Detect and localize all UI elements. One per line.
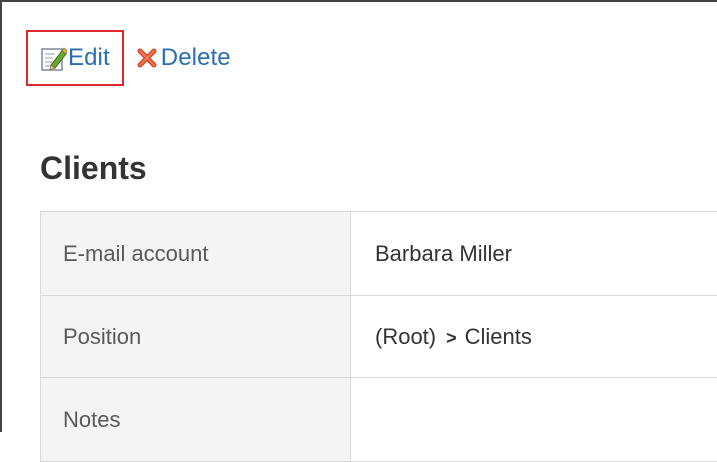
position-label: Position	[41, 296, 351, 378]
pencil-edit-icon	[40, 45, 67, 72]
edit-link[interactable]: Edit	[40, 45, 110, 72]
delete-link[interactable]: Delete	[136, 46, 231, 70]
table-row: E-mail account Barbara Miller	[41, 212, 717, 296]
red-x-delete-icon	[136, 47, 158, 69]
position-value: (Root) > Clients	[351, 296, 717, 378]
notes-label: Notes	[41, 378, 351, 462]
path-separator: >	[446, 328, 457, 348]
table-row: Position (Root) > Clients	[41, 296, 717, 378]
delete-label: Delete	[161, 46, 231, 70]
table-row: Notes	[41, 378, 717, 462]
notes-value	[351, 378, 717, 462]
email-account-label: E-mail account	[41, 212, 351, 296]
content-frame: Edit Delete Clients E-mail account Barba…	[0, 0, 717, 432]
page-title: Clients	[40, 148, 147, 188]
action-toolbar: Edit Delete	[26, 28, 231, 88]
email-account-value: Barbara Miller	[351, 212, 717, 296]
position-path-root: (Root)	[375, 324, 436, 349]
edit-label: Edit	[68, 46, 110, 70]
position-path-leaf: Clients	[465, 324, 532, 349]
details-table: E-mail account Barbara Miller Position (…	[40, 211, 717, 462]
edit-highlight-box: Edit	[26, 30, 124, 86]
